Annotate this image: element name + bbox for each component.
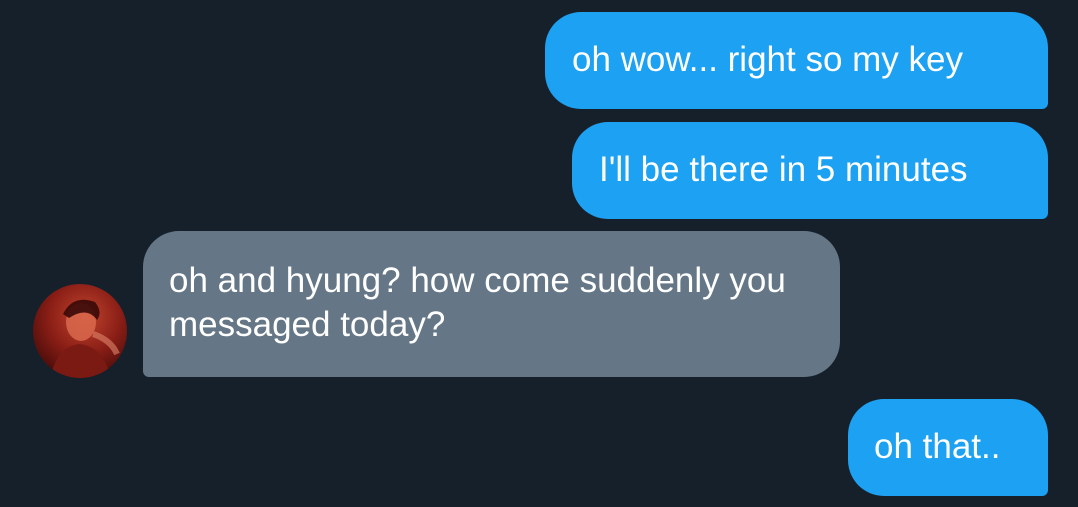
sent-message-bubble[interactable]: oh that.. (848, 399, 1048, 496)
user-photo-avatar-icon (51, 299, 120, 378)
contact-avatar[interactable] (33, 284, 127, 378)
sent-message-bubble[interactable]: oh wow... right so my key (545, 12, 1048, 109)
sent-message-bubble[interactable]: I'll be there in 5 minutes (572, 122, 1048, 219)
received-message-bubble[interactable]: oh and hyung? how come suddenly you mess… (143, 231, 840, 377)
